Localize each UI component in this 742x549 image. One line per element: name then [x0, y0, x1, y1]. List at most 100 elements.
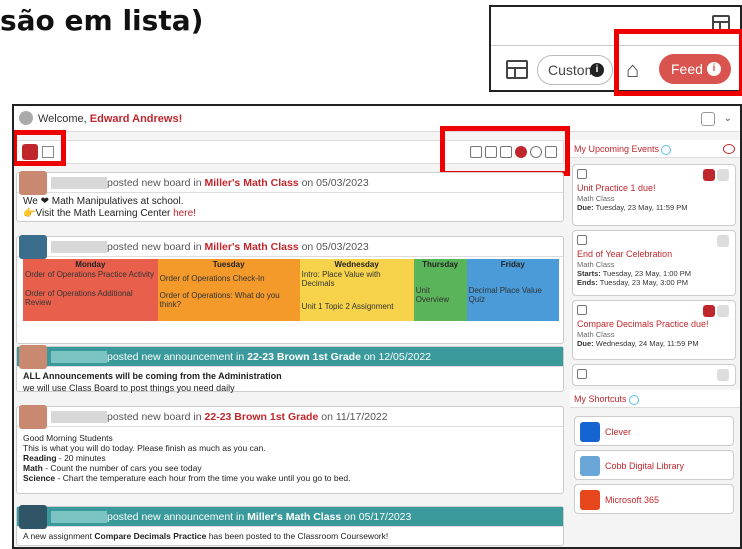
plan-cell: Intro: Place Value with Decimals Unit 1 T…: [299, 269, 414, 321]
post-action: posted new board: [107, 177, 191, 189]
shortcut-microsoft-365[interactable]: Microsoft 365: [574, 484, 734, 514]
post-date: 11/17/2022: [335, 411, 388, 423]
post-date: 12/05/2022: [378, 351, 432, 363]
plan-item[interactable]: Order of Operations: What do you think?: [160, 291, 298, 309]
plan-item[interactable]: Order of Operations Check-In: [160, 274, 298, 283]
avatar: [19, 171, 47, 195]
calendar-icon: [577, 369, 587, 379]
plan-item[interactable]: Order of Operations Practice Activity: [25, 270, 156, 279]
calendar-icon: [577, 169, 587, 179]
welcome-prefix: Welcome,: [38, 113, 87, 125]
post-line: This is what you will do today. Please f…: [23, 443, 266, 453]
hide-icon[interactable]: [717, 369, 729, 381]
event-actions: [715, 235, 729, 249]
hide-icon[interactable]: [717, 305, 729, 317]
hide-icon[interactable]: [717, 169, 729, 181]
shortcut-clever[interactable]: Clever: [574, 416, 734, 446]
avatar[interactable]: [19, 111, 33, 125]
post-body: Good Morning Students This is what you w…: [17, 427, 563, 486]
event-time-label: Ends:: [577, 278, 598, 287]
item-label: Science: [23, 473, 56, 483]
post-action: posted new board: [107, 411, 191, 423]
post-class-link[interactable]: Miller's Math Class: [247, 511, 341, 523]
event-title[interactable]: Unit Practice 1 due!: [577, 183, 731, 194]
avatar: [19, 345, 47, 369]
redacted-name: [51, 177, 107, 189]
post-line: 👉Visit the Math Learning Center here!: [23, 208, 557, 220]
view-toggle-zoom-panel: Custom i ⌂ Feed i: [489, 5, 742, 96]
avatar: [19, 505, 47, 529]
event-card[interactable]: [572, 364, 736, 386]
post-date: 05/03/2023: [316, 241, 369, 253]
event-time-label: Due:: [577, 203, 594, 212]
plan-item[interactable]: Unit Overview: [416, 286, 465, 304]
post-on: on: [344, 511, 356, 523]
plan-item[interactable]: Order of Operations Additional Review: [25, 289, 156, 307]
post-in: in: [236, 511, 245, 523]
event-title[interactable]: Compare Decimals Practice due!: [577, 319, 731, 330]
plan-cell: Order of Operations Practice Activity Ord…: [23, 269, 158, 321]
post-class-link[interactable]: 22-23 Brown 1st Grade: [247, 351, 361, 363]
redacted-name: [51, 241, 107, 253]
event-time: Tuesday, 23 May, 11:59 PM: [595, 203, 688, 212]
search-icon[interactable]: [703, 169, 715, 181]
plan-cell: Unit Overview: [413, 269, 467, 321]
plan-item[interactable]: Decimal Place Value Quiz: [469, 286, 557, 304]
post-class-link[interactable]: Miller's Math Class: [205, 241, 299, 253]
plan-cell: Order of Operations Check-In Order of Ope…: [157, 269, 300, 321]
day-header: Tuesday: [157, 259, 300, 269]
hide-icon[interactable]: [717, 235, 729, 247]
post-header: posted new board in Miller's Math Class …: [17, 235, 563, 259]
avatar: [19, 405, 47, 429]
event-title[interactable]: End of Year Celebration: [577, 249, 731, 260]
layout-icon[interactable]: [701, 112, 715, 126]
shortcut-cobb-digital-library[interactable]: Cobb Digital Library: [574, 450, 734, 480]
event-card[interactable]: Unit Practice 1 due! Math Class Due: Tue…: [572, 164, 736, 226]
event-card[interactable]: End of Year Celebration Math Class Start…: [572, 230, 736, 296]
help-icon[interactable]: [661, 144, 672, 155]
eye-icon[interactable]: [723, 144, 735, 154]
post-date: 05/17/2023: [358, 511, 412, 523]
item-text: - Chart the temperature each hour from t…: [55, 473, 351, 483]
help-icon[interactable]: [628, 394, 639, 405]
post-on: on: [321, 411, 333, 423]
event-end: Ends: Tuesday, 23 May, 3:00 PM: [577, 278, 731, 287]
post-line: we will use Class Board to post things y…: [23, 383, 235, 393]
chevron-down-icon[interactable]: ⌄: [724, 106, 732, 132]
post-class-link[interactable]: 22-23 Brown 1st Grade: [205, 411, 319, 423]
event-class: Math Class: [577, 260, 615, 269]
custom-view-button[interactable]: Custom i: [537, 55, 613, 85]
post-action: posted new announcement: [107, 351, 234, 363]
post-header: posted new board in Miller's Math Class …: [17, 171, 563, 195]
day-header: Wednesday: [299, 259, 414, 269]
feed-post: posted new announcement in 22-23 Brown 1…: [16, 345, 564, 393]
event-card[interactable]: Compare Decimals Practice due! Math Clas…: [572, 300, 736, 360]
search-icon[interactable]: [703, 305, 715, 317]
layout-toggle-icon[interactable]: [506, 60, 528, 79]
shortcuts-panel-title: My Shortcuts: [574, 394, 627, 404]
post-line: Math - Count the number of cars you see …: [23, 463, 557, 473]
post-line: Reading - 20 minutes: [23, 453, 557, 463]
plan-item[interactable]: Intro: Place Value with Decimals: [302, 270, 412, 288]
post-action: posted new announcement: [107, 511, 234, 523]
post-text: 👉Visit the Math Learning Center: [23, 208, 174, 219]
post-header: posted new announcement in 22-23 Brown 1…: [17, 345, 563, 369]
shortcut-label: Cobb Digital Library: [605, 461, 685, 471]
calendar-icon: [577, 235, 587, 245]
shortcut-label: Microsoft 365: [605, 495, 660, 505]
post-line: We ❤ Math Manipulatives at school.: [23, 196, 184, 207]
event-class: Math Class: [577, 330, 615, 339]
item-text: - Count the number of cars you see today: [42, 463, 202, 473]
plan-cell: Decimal Place Value Quiz: [466, 269, 559, 321]
post-link[interactable]: here!: [173, 208, 196, 219]
post-line: Science - Chart the temperature each hou…: [23, 473, 557, 483]
post-class-link[interactable]: Miller's Math Class: [205, 177, 299, 189]
info-icon: i: [590, 63, 604, 77]
assignment-name: Compare Decimals Practice: [94, 531, 207, 541]
feed-post: posted new board in Miller's Math Class …: [16, 171, 564, 222]
post-in: in: [193, 241, 202, 253]
plan-item[interactable]: Unit 1 Topic 2 Assignment: [302, 302, 412, 311]
app-screenshot: Welcome, Edward Andrews! ⌄ posted new bo…: [12, 104, 742, 549]
redacted-name: [51, 511, 107, 523]
post-text: A new assignment: [23, 531, 95, 541]
